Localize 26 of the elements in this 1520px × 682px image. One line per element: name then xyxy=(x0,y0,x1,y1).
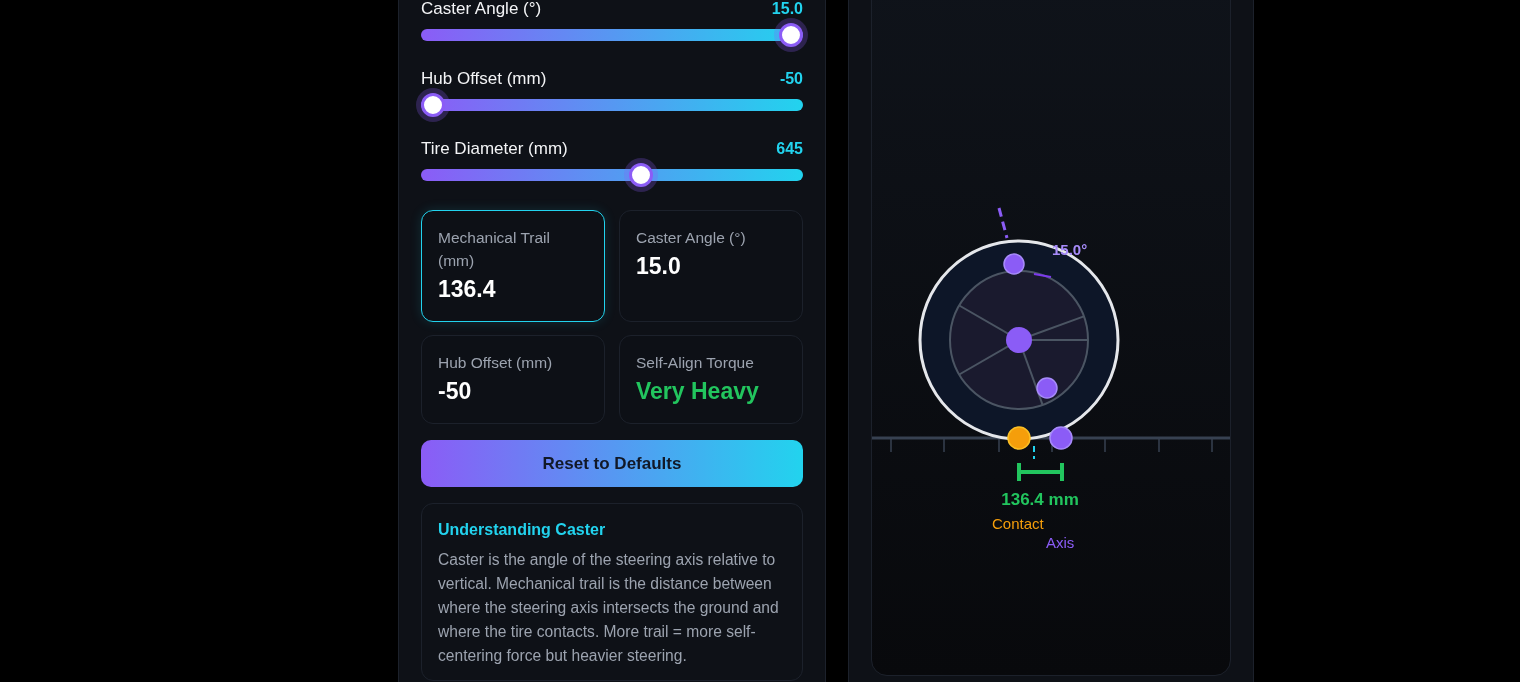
slider-label: Hub Offset (mm) xyxy=(421,69,547,89)
slider-label: Tire Diameter (mm) xyxy=(421,139,568,159)
stat-value: 15.0 xyxy=(636,252,682,281)
slider-track[interactable] xyxy=(421,93,803,117)
slider-thumb[interactable] xyxy=(421,93,445,117)
slider-label: Caster Angle (°) xyxy=(421,0,542,19)
stat-value: Very Heavy xyxy=(636,377,760,406)
slider-thumb[interactable] xyxy=(779,23,803,47)
stat-label: Caster Angle (°) xyxy=(636,228,747,248)
info-title: Understanding Caster xyxy=(438,521,607,539)
slider-track[interactable] xyxy=(421,163,803,187)
trail-label: 136.4 mm xyxy=(1001,490,1079,509)
contact-label: Contact xyxy=(992,515,1044,532)
slider-value: 645 xyxy=(776,140,803,158)
stat-label: Self-Align Torque xyxy=(636,353,755,373)
stat-label: Hub Offset (mm) xyxy=(438,353,554,373)
stat-label: Mechanical Trail (mm) xyxy=(438,228,551,271)
slider-track[interactable] xyxy=(421,23,803,47)
axis-label: Axis xyxy=(1046,534,1075,551)
stat-value: -50 xyxy=(438,377,473,406)
slider-thumb[interactable] xyxy=(628,163,653,187)
slider-value: -50 xyxy=(779,70,803,88)
stat-value: 136.4 xyxy=(438,275,497,304)
slider-value: 15.0 xyxy=(771,0,803,18)
reset-button[interactable]: Reset to Defaults xyxy=(421,440,803,487)
info-text: Caster is the angle of the steering axis relative to vertical. Mechanical trail is the distance between where the steering axis intersects the ground and where the tire contacts. More trail = more self-centering force but heavier steering. xyxy=(438,550,780,666)
